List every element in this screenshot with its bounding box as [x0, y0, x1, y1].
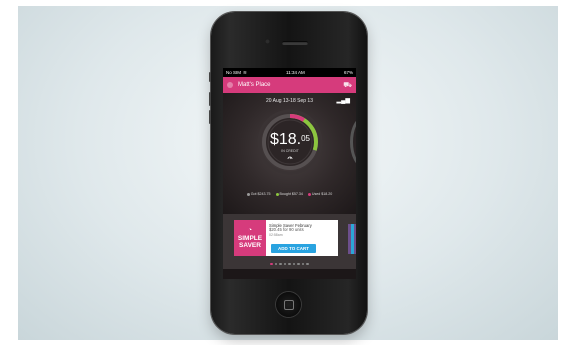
pager-dot[interactable]: [297, 262, 300, 265]
pager-dot[interactable]: [274, 262, 278, 265]
pager-dot[interactable]: [292, 262, 296, 265]
battery-label: 67%: [343, 70, 353, 75]
credit-caption: IN CREDIT: [281, 149, 299, 153]
mute-switch: [209, 72, 211, 82]
legend-item-bought: Bought $57.34: [275, 192, 303, 196]
next-promo-accent: [351, 224, 354, 254]
pager-dot[interactable]: [270, 262, 273, 265]
logo-line-2: SAVER: [239, 242, 261, 249]
piggy-bank-icon: ◔: [247, 227, 253, 234]
app-header: Matt's Place ⛟: [223, 77, 356, 93]
app-screen: No SIM ≋ 11:34 AM 67% Matt's Place ⛟ 20 …: [223, 68, 356, 279]
page-title: Matt's Place: [238, 82, 271, 88]
promo-carousel[interactable]: ◔ SIMPLE SAVER Simple Saver February $20…: [223, 214, 356, 269]
next-dial-peek[interactable]: [350, 117, 356, 167]
volume-down-button: [209, 110, 211, 124]
carrier-label: No SIM: [226, 70, 242, 75]
status-bar: No SIM ≋ 11:34 AM 67%: [223, 68, 356, 77]
promo-details: Simple Saver February $20.45 for 90 unit…: [266, 220, 338, 256]
home-button[interactable]: [276, 292, 301, 317]
pager-dot[interactable]: [283, 262, 287, 265]
earpiece-speaker: [282, 41, 308, 45]
wifi-icon: ≋: [243, 69, 247, 75]
promo-card[interactable]: ◔ SIMPLE SAVER Simple Saver February $20…: [234, 220, 338, 256]
legend-label-bought: Bought $57.34: [279, 192, 303, 196]
status-time: 11:34 AM: [286, 70, 305, 75]
add-to-cart-button[interactable]: ADD TO CART: [271, 244, 316, 253]
bar-chart-icon[interactable]: ▂▄▆: [337, 97, 350, 104]
cart-icon[interactable]: ⛟: [343, 81, 352, 90]
legend-item-got: Got $243.75: [246, 192, 271, 196]
pager-dot[interactable]: [306, 262, 309, 265]
legend-label-used: Used $18.20: [311, 192, 333, 196]
pager-dot[interactable]: [288, 262, 291, 265]
promo-note: 02:58am: [269, 232, 283, 237]
phone-device: No SIM ≋ 11:34 AM 67% Matt's Place ⛟ 20 …: [209, 12, 367, 334]
pager-dot[interactable]: [301, 262, 305, 265]
legend-item-used: Used $18.20: [307, 192, 333, 196]
gauge-icon: [287, 156, 293, 160]
volume-up-button: [209, 92, 211, 106]
pager-dot[interactable]: [279, 262, 282, 265]
home-square-icon: [284, 300, 294, 310]
front-camera: [265, 39, 270, 44]
credit-amount-main: $18.: [269, 131, 302, 148]
credit-amount-cents: 05: [301, 134, 311, 143]
carousel-pager[interactable]: [223, 262, 356, 265]
logo-line-1: SIMPLE: [237, 235, 263, 242]
credit-panel: 20 Aug 13-18 Sep 13 ▂▄▆ $18.05 IN CREDIT: [223, 93, 356, 214]
usage-legend: Got $243.75 Bought $57.34 Used $18.20: [223, 192, 356, 196]
simple-saver-logo: ◔ SIMPLE SAVER: [234, 220, 266, 256]
menu-icon[interactable]: [227, 82, 233, 88]
credit-dial[interactable]: $18.05 IN CREDIT: [257, 109, 323, 175]
legend-label-got: Got $243.75: [250, 192, 271, 196]
credit-amount: $18.05: [257, 131, 323, 149]
